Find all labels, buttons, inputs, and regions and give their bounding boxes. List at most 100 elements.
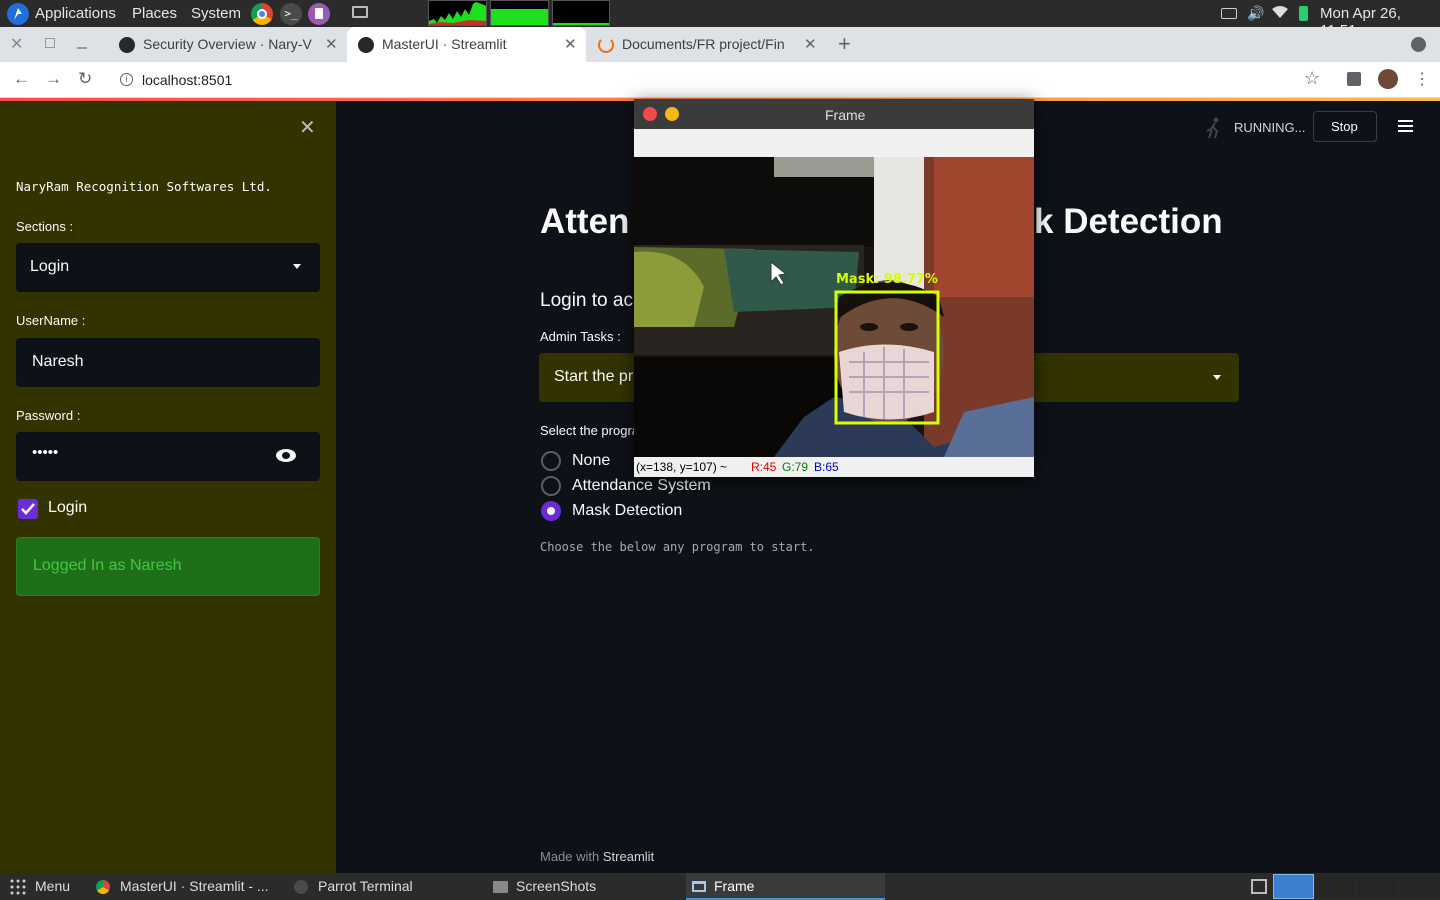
radio-label: Mask Detection (572, 502, 683, 519)
folder-icon (493, 881, 508, 893)
browser-tab-strip: ✕ Security Overview · Nary-V ✕ MasterUI … (0, 27, 1440, 62)
tab-security-overview[interactable]: Security Overview · Nary-V ✕ (108, 27, 346, 62)
workspace-2[interactable] (1315, 874, 1356, 899)
browser-menu-icon[interactable]: ⋮ (1414, 69, 1430, 89)
frame-titlebar[interactable]: Frame (634, 99, 1034, 129)
program-select-label: Select the progra (540, 423, 640, 438)
terminal-launcher-icon[interactable]: >_ (280, 3, 302, 25)
workspace-1[interactable] (1273, 874, 1314, 899)
stop-button-label: Stop (1331, 119, 1358, 134)
footer-streamlit-link[interactable]: Streamlit (603, 849, 654, 864)
admin-tasks-label: Admin Tasks : (540, 329, 621, 344)
radio-circle (541, 476, 561, 496)
window-restore-icon[interactable] (45, 38, 55, 48)
tab-documents[interactable]: Documents/FR project/Fin ✕ (587, 27, 825, 62)
taskbar-item-label: ScreenShots (516, 878, 597, 894)
close-window-icon[interactable] (643, 107, 657, 121)
username-field[interactable]: Naresh (16, 338, 320, 387)
taskbar-item-masterui[interactable]: MasterUI · Streamlit - ... (88, 873, 284, 900)
workspace-4[interactable] (1399, 874, 1440, 899)
login-checkbox-label[interactable]: Login (48, 499, 87, 517)
address-bar[interactable]: i localhost:8501 ☆ (108, 65, 1332, 95)
chrome-launcher-icon[interactable] (251, 3, 273, 25)
parrot-logo-icon[interactable] (7, 3, 29, 25)
username-label: UserName : (16, 313, 86, 328)
radio-label: None (572, 452, 611, 469)
pixel-red: R:45 (751, 460, 777, 474)
taskbar-item-screenshots[interactable]: ScreenShots (484, 873, 680, 900)
login-checkbox[interactable] (18, 499, 38, 519)
github-icon (119, 37, 135, 53)
password-label: Password : (16, 408, 81, 423)
footer: Made with Streamlit (540, 849, 654, 864)
tab-close-icon[interactable]: ✕ (325, 35, 338, 53)
window-icon (692, 881, 706, 892)
bookmark-star-icon[interactable]: ☆ (1304, 68, 1320, 89)
radio-circle-selected (541, 501, 561, 521)
workspace-3[interactable] (1357, 874, 1398, 899)
back-icon[interactable]: ← (13, 69, 30, 89)
tab-masterui[interactable]: MasterUI · Streamlit ✕ (347, 27, 586, 62)
reload-icon[interactable]: ↻ (78, 69, 92, 89)
frame-window[interactable]: Frame Mask: 98.77% (x=138, y=107) ~ R:45… (634, 99, 1034, 477)
radio-option-attendance[interactable]: Attendance System (540, 475, 840, 497)
memory-monitor-graph (490, 0, 549, 26)
browser-toolbar: ← → ↻ i localhost:8501 ☆ ⋮ (0, 62, 1440, 98)
loading-spinner-icon (598, 37, 614, 53)
frame-statusbar: (x=138, y=107) ~ R:45 G:79 B:65 (634, 457, 1034, 477)
minimize-window-icon[interactable] (665, 107, 679, 121)
menu-applications[interactable]: Applications (35, 5, 116, 22)
show-password-eye-icon[interactable] (276, 449, 296, 462)
show-desktop-icon[interactable] (352, 6, 368, 18)
hint-text: Choose the below any program to start. (540, 540, 815, 554)
cpu-monitor-graph (428, 0, 487, 26)
network-monitor-graph (552, 0, 610, 26)
new-tab-icon[interactable]: + (838, 31, 851, 57)
site-info-icon[interactable]: i (120, 73, 133, 86)
success-alert: Logged In as Naresh (16, 537, 320, 596)
menu-places[interactable]: Places (132, 5, 177, 22)
sidebar-close-icon[interactable]: ✕ (299, 115, 316, 140)
taskbar-item-frame[interactable]: Frame (686, 873, 885, 900)
window-minimize-icon[interactable] (77, 47, 87, 49)
frame-title: Frame (825, 107, 866, 123)
pixel-coords: (x=138, y=107) ~ (636, 460, 728, 474)
profile-avatar[interactable] (1378, 69, 1398, 89)
sections-label: Sections : (16, 219, 74, 234)
tab-close-icon[interactable]: ✕ (804, 35, 817, 53)
workspace-switcher-icon[interactable] (1251, 879, 1267, 894)
os-taskbar: Menu MasterUI · Streamlit - ... Parrot T… (0, 873, 1440, 900)
tab-search-icon[interactable] (1411, 37, 1426, 52)
running-status: RUNNING... (1234, 120, 1306, 135)
pixel-green: G:79 (782, 460, 809, 474)
battery-icon[interactable] (1299, 6, 1308, 21)
sections-select[interactable]: Login (16, 243, 320, 292)
taskbar-item-label: Parrot Terminal (318, 878, 413, 894)
forward-icon[interactable]: → (45, 69, 62, 89)
camera-feed: Mask: 98.77% (634, 157, 1034, 457)
menu-system[interactable]: System (191, 5, 241, 22)
radio-option-mask-detection[interactable]: Mask Detection (540, 500, 840, 522)
sections-value: Login (30, 258, 70, 275)
taskbar-item-terminal[interactable]: Parrot Terminal (286, 873, 482, 900)
chrome-icon (96, 880, 110, 894)
page-title-left: Atten (540, 202, 630, 241)
password-field[interactable]: ••••• (16, 432, 320, 481)
chevron-down-icon (1213, 375, 1221, 380)
taskbar-menu[interactable]: Menu (0, 873, 84, 900)
hamburger-menu-icon[interactable] (1398, 120, 1413, 132)
taskbar-menu-label: Menu (35, 878, 71, 894)
keyboard-icon[interactable] (1221, 8, 1237, 19)
stop-button[interactable]: Stop (1313, 111, 1377, 142)
text-editor-launcher-icon[interactable] (308, 3, 330, 25)
footer-prefix: Made with (540, 849, 600, 864)
wifi-icon[interactable] (1272, 4, 1288, 24)
taskbar-item-label: MasterUI · Streamlit - ... (120, 878, 269, 894)
extensions-icon[interactable] (1347, 72, 1361, 86)
running-indicator-icon (1205, 117, 1223, 139)
volume-icon[interactable]: 🔊 (1247, 5, 1264, 22)
tab-title: Documents/FR project/Fin (622, 36, 785, 52)
page-title-right: k Detection (1034, 202, 1223, 241)
window-close-icon[interactable]: ✕ (10, 34, 23, 54)
tab-close-icon[interactable]: ✕ (564, 35, 577, 53)
